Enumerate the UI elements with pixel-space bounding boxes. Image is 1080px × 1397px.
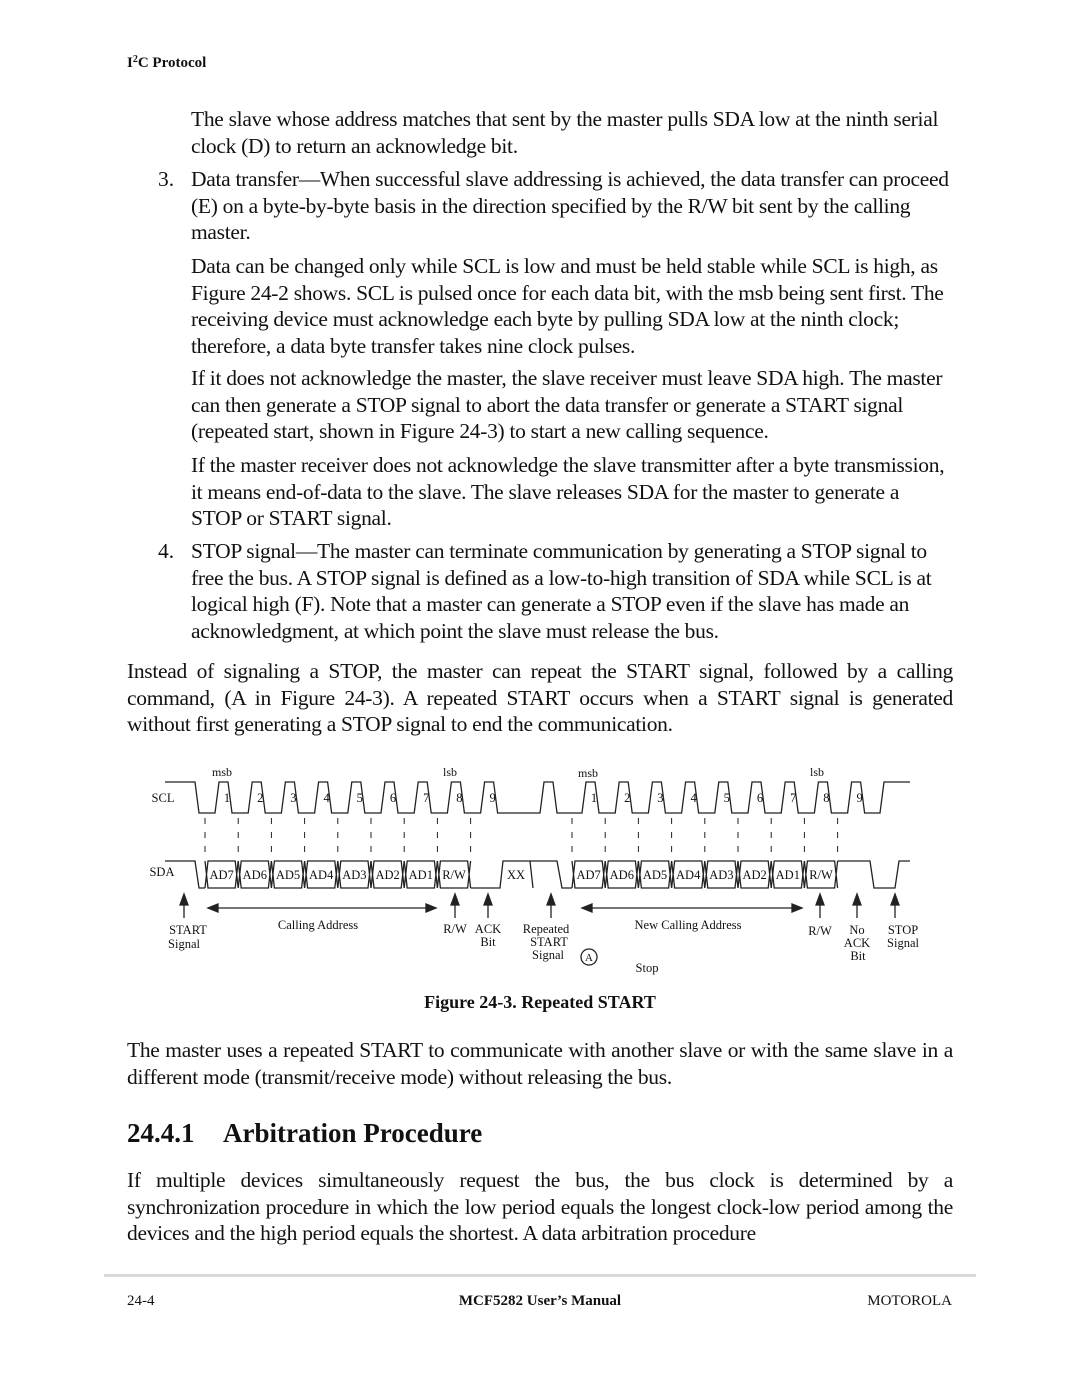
new-calling-address-arrow-left-head xyxy=(580,903,593,913)
rw-label-first: R/W xyxy=(443,922,467,936)
first-byte-bit-label: AD6 xyxy=(243,868,267,882)
stop-signal-label: STOP xyxy=(888,923,918,937)
clock-number-first: 7 xyxy=(423,791,429,805)
stop-note-label: Stop xyxy=(636,961,659,975)
msb-label-second: msb xyxy=(578,766,598,780)
second-byte-bit-label: AD4 xyxy=(676,868,701,882)
second-byte-bit-label: R/W xyxy=(809,868,833,882)
repeated-start-label: Signal xyxy=(532,948,564,962)
lsb-label-second: lsb xyxy=(810,765,824,779)
clock-number-second: 1 xyxy=(591,791,597,805)
first-byte-bit-label: AD1 xyxy=(409,868,433,882)
sda-label: SDA xyxy=(149,865,174,879)
repeated-start-label: Repeated xyxy=(523,922,570,936)
repeated-start-arrow-head xyxy=(546,892,556,906)
new-calling-address-label: New Calling Address xyxy=(635,918,742,932)
paragraph-master-uses: The master uses a repeated START to comm… xyxy=(127,1038,953,1089)
start-signal-label: START xyxy=(169,923,207,937)
repeated-start-label: START xyxy=(530,935,568,949)
stop-arrow-head xyxy=(890,892,900,906)
second-byte-bit-label: AD3 xyxy=(709,868,733,882)
first-byte-bit-label: AD7 xyxy=(209,868,233,882)
no-ack-arrow-head xyxy=(852,892,862,906)
ack-bit-label: Bit xyxy=(480,935,496,949)
xx-label: XX xyxy=(507,868,525,882)
clock-number-first: 8 xyxy=(456,791,462,805)
clock-number-second: 3 xyxy=(657,791,663,805)
section-number: 24.4.1 xyxy=(127,1118,195,1148)
no-ack-bit-label: Bit xyxy=(850,949,866,963)
first-byte-bit-label: AD5 xyxy=(276,868,300,882)
lsb-label-first: lsb xyxy=(443,765,457,779)
second-byte-bit-label: AD1 xyxy=(776,868,800,882)
ack-arrow-head xyxy=(483,892,493,906)
first-byte-bit-label: AD3 xyxy=(342,868,366,882)
scl-waveform xyxy=(165,781,910,814)
calling-address-arrow-right-head xyxy=(425,903,438,913)
paragraph-arbitration: If multiple devices simultaneously reque… xyxy=(127,1168,953,1245)
first-byte-bit-label: R/W xyxy=(442,868,466,882)
second-byte-bit-label: AD7 xyxy=(576,868,600,882)
clock-number-first: 6 xyxy=(390,791,396,805)
clock-number-second: 6 xyxy=(757,791,763,805)
first-byte-bit-label: AD2 xyxy=(375,868,399,882)
second-byte-bit-label: AD5 xyxy=(643,868,667,882)
second-byte-bit-label: AD2 xyxy=(742,868,766,882)
new-calling-address-arrow-right-head xyxy=(791,903,804,913)
clock-number-first: 5 xyxy=(357,791,363,805)
clock-number-second: 8 xyxy=(823,791,829,805)
rw-arrow-second-head xyxy=(815,892,825,906)
start-signal-label: Signal xyxy=(168,937,200,951)
second-byte-bit-label: AD6 xyxy=(610,868,634,882)
clock-number-second: 9 xyxy=(856,791,862,805)
calling-address-label: Calling Address xyxy=(278,918,358,932)
no-ack-bit-label: No xyxy=(849,923,864,937)
rw-arrow-first-head xyxy=(450,892,460,906)
clock-number-second: 7 xyxy=(790,791,796,805)
section-title: Arbitration Procedure xyxy=(223,1118,483,1148)
clock-number-second: 4 xyxy=(690,791,697,805)
figure-caption: Figure 24-3. Repeated START xyxy=(424,992,656,1012)
no-ack-bit-label: ACK xyxy=(844,936,870,950)
start-arrow-head xyxy=(179,892,189,906)
clock-number-second: 5 xyxy=(724,791,730,805)
clock-number-first: 9 xyxy=(489,791,495,805)
section-heading: 24.4.1 Arbitration Procedure xyxy=(127,1118,482,1149)
scl-label: SCL xyxy=(152,791,175,805)
rw-label-second: R/W xyxy=(808,924,832,938)
marker-a-label: A xyxy=(585,952,593,964)
clock-number-first: 3 xyxy=(290,791,296,805)
clock-number-first: 2 xyxy=(257,791,263,805)
sda-no-ack-stop xyxy=(837,860,910,889)
footer-company: MOTOROLA xyxy=(867,1293,952,1309)
first-byte-bit-label: AD4 xyxy=(309,868,334,882)
msb-label-first: msb xyxy=(212,765,232,779)
clock-number-first: 4 xyxy=(323,791,330,805)
clock-number-second: 2 xyxy=(624,791,630,805)
calling-address-arrow-left-head xyxy=(206,903,219,913)
footer-divider xyxy=(104,1274,976,1277)
stop-signal-label: Signal xyxy=(887,936,919,950)
clock-number-first: 1 xyxy=(224,791,230,805)
ack-bit-label: ACK xyxy=(475,922,501,936)
